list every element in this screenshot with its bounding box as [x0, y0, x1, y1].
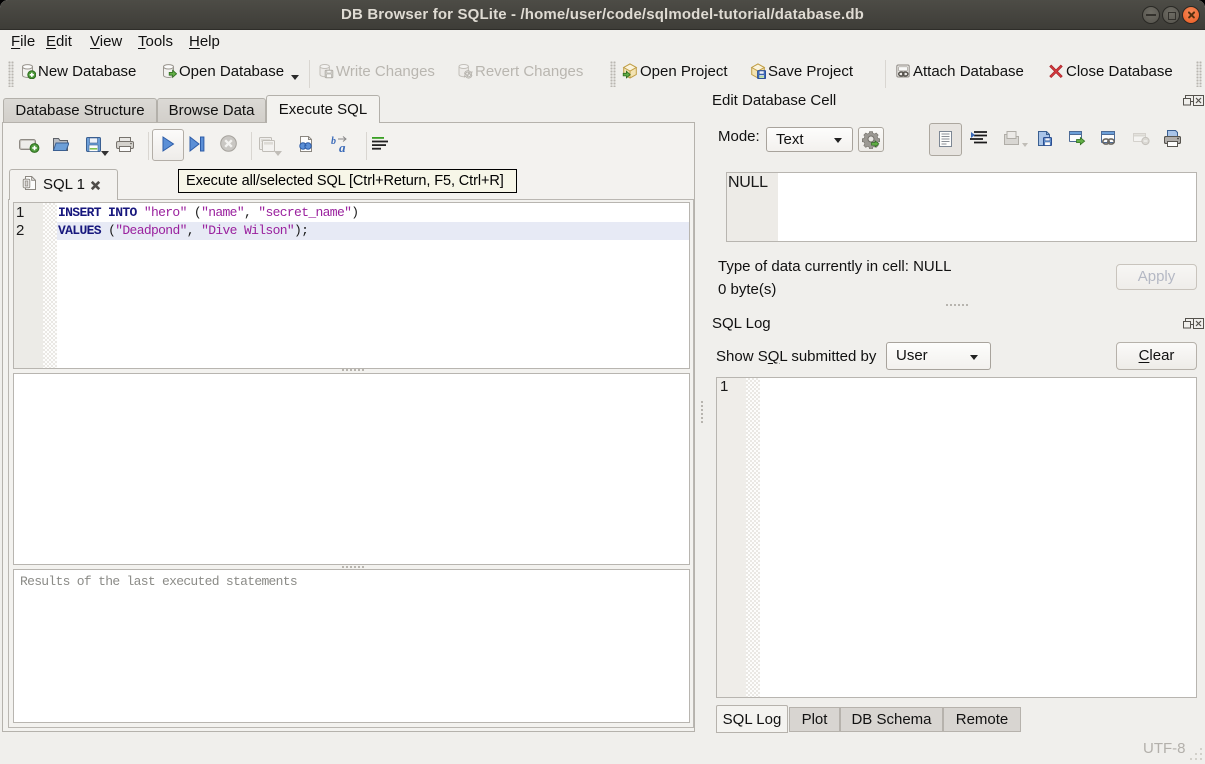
- svg-text:a: a: [339, 140, 346, 155]
- svg-text:b: b: [331, 136, 336, 147]
